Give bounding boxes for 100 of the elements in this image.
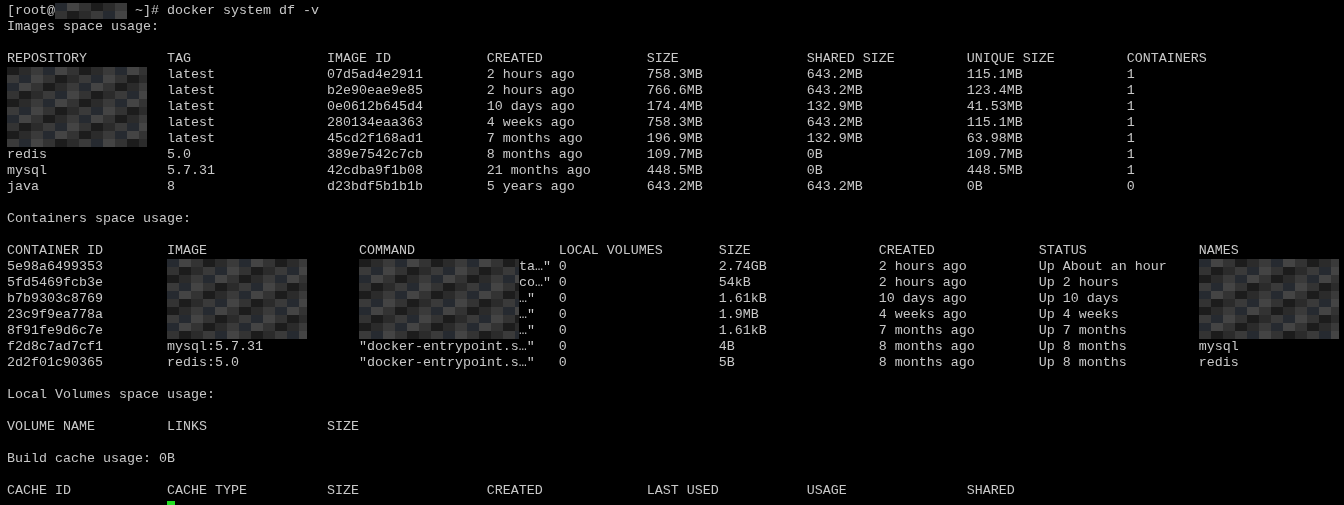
table-cell: 643.2MB — [806, 115, 863, 131]
table-cell: mysql:5.7.31 — [166, 339, 263, 355]
table-cell: latest — [166, 131, 215, 147]
column-header: CACHE TYPE — [166, 483, 247, 499]
column-header: STATUS — [1038, 243, 1087, 259]
table-cell: 0e0612b645d4 — [326, 99, 423, 115]
table-cell: latest — [166, 115, 215, 131]
table-cell: 1 — [1126, 115, 1135, 131]
table-cell: 643.2MB — [806, 83, 863, 99]
column-header: COMMAND — [358, 243, 415, 259]
table-cell: 5fd5469fcb3e — [7, 275, 103, 291]
table-cell: "docker-entrypoint.s…" — [358, 355, 535, 371]
column-header: NAMES — [1198, 243, 1239, 259]
table-cell: 41.53MB — [966, 99, 1023, 115]
table-cell: 5.0 — [166, 147, 191, 163]
table-cell: 758.3MB — [646, 67, 703, 83]
column-header: CREATED — [878, 243, 935, 259]
table-cell: 54kB — [718, 275, 751, 291]
table-cell: 4 weeks ago — [878, 307, 967, 323]
table-cell: Up 8 months — [1038, 355, 1127, 371]
text-fragment: …" — [518, 307, 535, 323]
table-cell: 07d5ad4e2911 — [326, 67, 423, 83]
table-cell: 0B — [806, 163, 823, 179]
table-cell: 0B — [806, 147, 823, 163]
table-cell: 5.7.31 — [166, 163, 215, 179]
table-cell: Up 7 months — [1038, 323, 1127, 339]
table-cell: 448.5MB — [646, 163, 703, 179]
table-cell: Up 8 months — [1038, 339, 1127, 355]
column-header: CONTAINERS — [1126, 51, 1207, 67]
table-cell: "docker-entrypoint.s…" — [358, 339, 535, 355]
table-cell: 115.1MB — [966, 67, 1023, 83]
table-cell: 8 months ago — [486, 147, 583, 163]
table-cell: java — [7, 179, 39, 195]
table-cell: 21 months ago — [486, 163, 591, 179]
table-cell: 7 months ago — [486, 131, 583, 147]
table-cell: 0 — [558, 307, 567, 323]
column-header: USAGE — [806, 483, 847, 499]
table-cell: 0 — [558, 323, 567, 339]
table-cell: mysql — [7, 163, 47, 179]
table-cell: 758.3MB — [646, 115, 703, 131]
table-cell: 1.9MB — [718, 307, 759, 323]
column-header: VOLUME NAME — [7, 419, 95, 435]
column-header: IMAGE — [166, 243, 207, 259]
table-cell: Up 2 hours — [1038, 275, 1119, 291]
table-cell: latest — [166, 83, 215, 99]
table-cell: 448.5MB — [966, 163, 1023, 179]
table-cell: 280134eaa363 — [326, 115, 423, 131]
table-cell: 7 months ago — [878, 323, 975, 339]
column-header: LOCAL VOLUMES — [558, 243, 663, 259]
table-cell: 5e98a6499353 — [7, 259, 103, 275]
column-header: SIZE — [718, 243, 751, 259]
table-cell: b7b9303c8769 — [7, 291, 103, 307]
table-cell: 1.61kB — [718, 291, 767, 307]
table-cell: 63.98MB — [966, 131, 1023, 147]
table-cell: d23bdf5b1b1b — [326, 179, 423, 195]
text-fragment: …" — [518, 323, 535, 339]
table-cell: 0B — [966, 179, 983, 195]
table-cell: 2 hours ago — [486, 83, 575, 99]
table-cell: Up 4 weeks — [1038, 307, 1119, 323]
section-heading: Build cache usage: 0B — [7, 451, 175, 467]
table-cell: 8f91fe9d6c7e — [7, 323, 103, 339]
column-header: SIZE — [646, 51, 679, 67]
table-cell: redis:5.0 — [166, 355, 239, 371]
table-cell: Up 10 days — [1038, 291, 1119, 307]
table-cell: latest — [166, 67, 215, 83]
table-cell: b2e90eae9e85 — [326, 83, 423, 99]
column-header: TAG — [166, 51, 191, 67]
table-cell: 0 — [1126, 179, 1135, 195]
table-cell: 389e7542c7cb — [326, 147, 423, 163]
table-cell: 5 years ago — [486, 179, 575, 195]
table-cell: 1 — [1126, 67, 1135, 83]
section-heading: Containers space usage: — [7, 211, 191, 227]
column-header: UNIQUE SIZE — [966, 51, 1055, 67]
table-cell: 1 — [1126, 83, 1135, 99]
table-cell: 2 hours ago — [486, 67, 575, 83]
column-header: REPOSITORY — [7, 51, 87, 67]
table-cell: 0 — [558, 291, 567, 307]
table-cell: Up About an hour — [1038, 259, 1167, 275]
column-header: LINKS — [166, 419, 207, 435]
table-cell: 1 — [1126, 131, 1135, 147]
table-cell: 2d2f01c90365 — [7, 355, 103, 371]
table-cell: 5B — [718, 355, 735, 371]
table-cell: 42cdba9f1b08 — [326, 163, 423, 179]
table-cell: redis — [1198, 355, 1239, 371]
table-cell: 10 days ago — [486, 99, 575, 115]
column-header: SHARED SIZE — [806, 51, 895, 67]
table-cell: 196.9MB — [646, 131, 703, 147]
table-cell: mysql — [1198, 339, 1239, 355]
table-cell: 132.9MB — [806, 131, 863, 147]
column-header: CREATED — [486, 483, 543, 499]
table-cell: 0 — [558, 259, 567, 275]
table-cell: 10 days ago — [878, 291, 967, 307]
table-cell: 174.4MB — [646, 99, 703, 115]
table-cell: latest — [166, 99, 215, 115]
column-header: CREATED — [486, 51, 543, 67]
table-cell: 2 hours ago — [878, 275, 967, 291]
column-header: CONTAINER ID — [7, 243, 103, 259]
table-cell: 109.7MB — [966, 147, 1023, 163]
redaction-mosaic — [55, 3, 127, 19]
table-cell: 132.9MB — [806, 99, 863, 115]
